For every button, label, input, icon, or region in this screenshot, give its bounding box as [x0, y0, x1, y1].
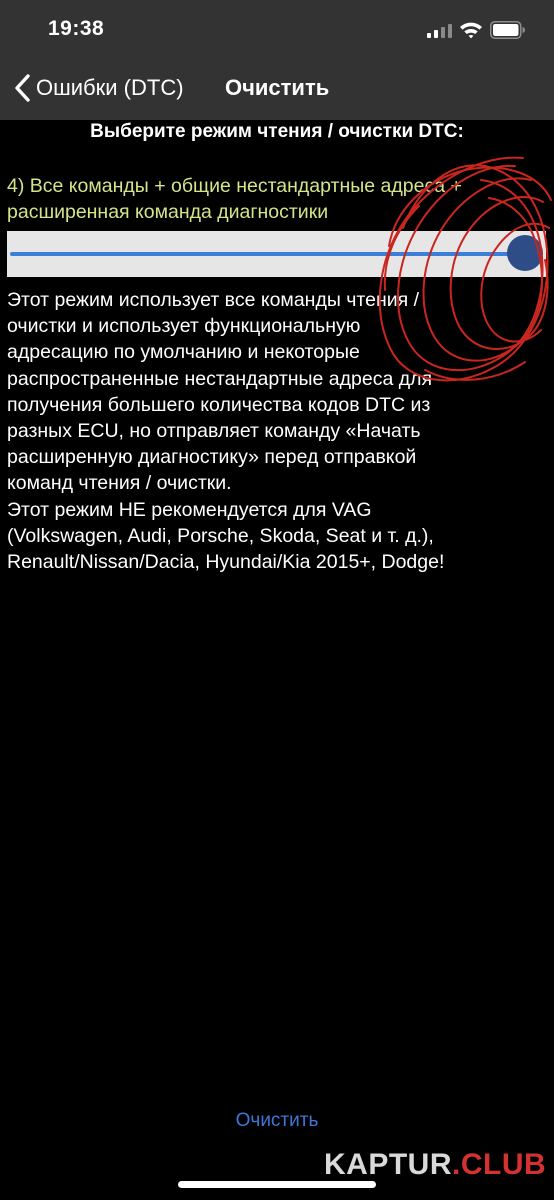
- mode-label: 4) Все команды + общие нестандартные адр…: [7, 175, 462, 223]
- description-line: распространенные нестандартные адреса дл…: [7, 367, 433, 390]
- watermark-accent-text: .CLUB: [452, 1148, 547, 1181]
- watermark-text: KAPTUR: [324, 1148, 452, 1181]
- mode-slider[interactable]: [7, 231, 546, 277]
- slider-thumb[interactable]: [507, 235, 543, 271]
- page-title: Очистить: [225, 75, 330, 100]
- description-line: получения большего количества кодов DTC …: [7, 393, 431, 416]
- description-line: очистки и использует функциональную: [7, 315, 361, 338]
- chevron-left-icon: [15, 74, 30, 102]
- description-line: (Volkswagen, Audi, Porsche, Skoda, Seat …: [7, 524, 434, 547]
- kaptur-club-watermark: KAPTUR.CLUB: [324, 1148, 546, 1182]
- wifi-icon: [460, 22, 482, 39]
- mode-description: Этот режим использует все команды чтения…: [7, 287, 552, 575]
- description-line: Renault/Nissan/Dacia, Hyundai/Kia 2015+,…: [7, 551, 445, 574]
- description-line: Этот режим НЕ рекомендуется для VAG: [7, 498, 372, 521]
- section-heading: Выберите режим чтения / очистки DTC:: [90, 121, 464, 142]
- navigation-bar: 19:38 Ошибки (DTC) Очистить: [0, 0, 554, 120]
- back-button-label: Ошибки (DTC): [36, 75, 184, 100]
- screen: 19:38 Ошибки (DTC) Очистить Выберите реж…: [0, 0, 554, 1200]
- back-button[interactable]: Ошибки (DTC): [12, 70, 184, 106]
- clear-button[interactable]: Очистить: [0, 1110, 554, 1132]
- description-line: команд чтения / очистки.: [7, 472, 232, 495]
- description-line: разных ECU, но отправляет команду «Начат…: [7, 420, 421, 443]
- battery-icon: [490, 21, 525, 39]
- description-line: Этот режим использует все команды чтения…: [7, 289, 420, 311]
- status-time: 19:38: [48, 17, 105, 40]
- cellular-signal-icon: [427, 24, 452, 38]
- description-line: адресацию по умолчанию и некоторые: [7, 341, 360, 364]
- description-line: расширенную диагностику» перед отправкой: [7, 446, 417, 469]
- home-indicator: [178, 1181, 376, 1188]
- slider-track: [10, 252, 530, 256]
